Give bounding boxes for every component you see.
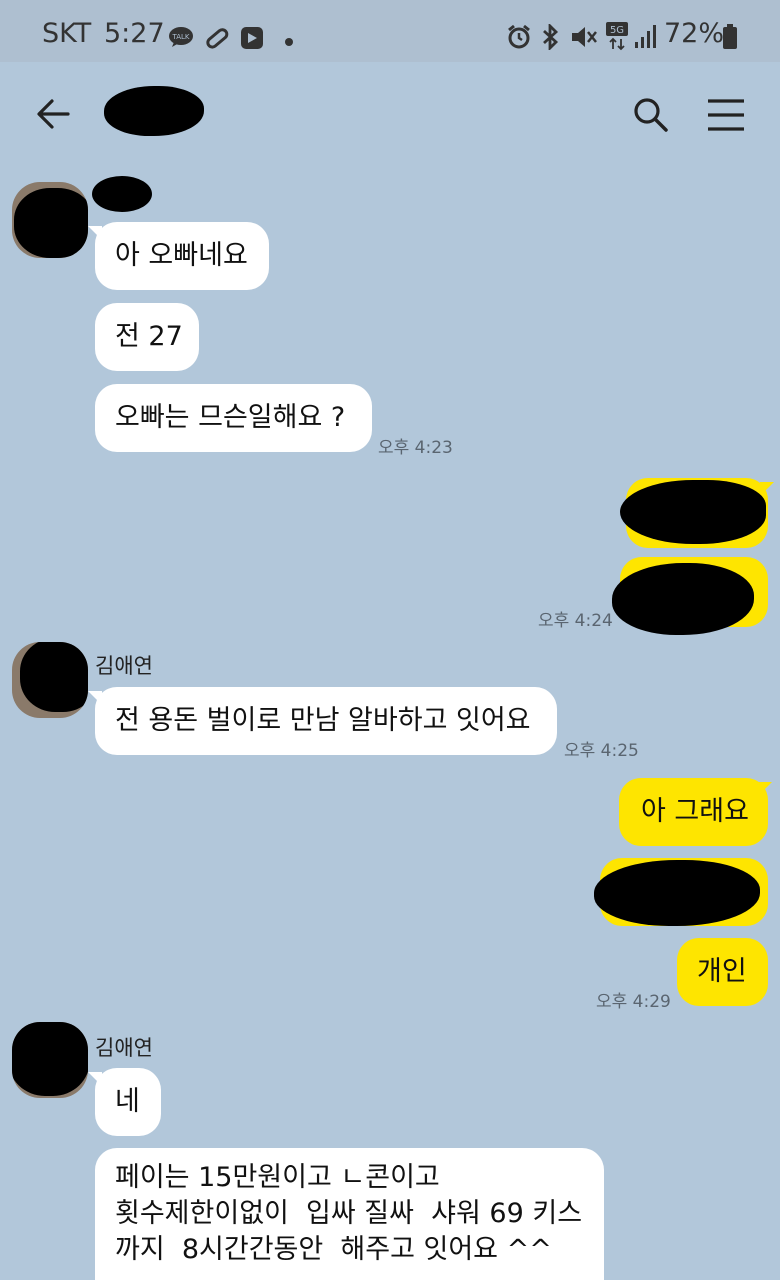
clock: 5:27: [104, 18, 165, 49]
message-text: 아 그래요: [641, 796, 749, 827]
bluetooth-icon: [540, 22, 560, 54]
redacted-sender-name: [92, 176, 152, 212]
alarm-icon: [506, 24, 532, 54]
pill-icon: [204, 26, 230, 54]
message-bubble-redacted[interactable]: [612, 557, 768, 635]
search-icon[interactable]: [632, 96, 670, 138]
message-text: 전 27: [115, 321, 183, 352]
svg-text:TALK: TALK: [171, 33, 189, 41]
message-bubble[interactable]: 오빠는 므슨일해요 ?: [95, 384, 372, 452]
sender-name: 김애연: [95, 654, 153, 678]
mute-icon: [570, 24, 598, 54]
message-line: 까지 8시간간동안 해주고 잇어요 ^^: [115, 1234, 552, 1265]
message-text: 전 용돈 벌이로 만남 알바하고 잇어요: [115, 705, 531, 736]
signal-icon: [634, 24, 658, 54]
message-time: 오후 4:24: [538, 611, 613, 631]
battery-percent: 72%: [664, 18, 725, 49]
message-line: 횟수제한이없이 입싸 질싸 샤워 69 키스: [115, 1198, 583, 1229]
avatar[interactable]: [12, 182, 88, 258]
menu-icon[interactable]: [706, 98, 746, 136]
message-bubble-redacted[interactable]: [620, 478, 768, 548]
message-bubble-redacted[interactable]: [594, 858, 768, 926]
app-icon: [240, 26, 264, 54]
redacted-chat-title: [104, 86, 204, 136]
chat-header: [0, 62, 780, 172]
message-bubble[interactable]: 전 27: [95, 303, 199, 371]
message-bubble[interactable]: 개인: [677, 938, 768, 1006]
message-bubble[interactable]: 페이는 15만원이고 ㄴ콘이고 횟수제한이없이 입싸 질싸 샤워 69 키스 까…: [95, 1148, 604, 1280]
message-time: 오후 4:25: [564, 741, 639, 761]
message-bubble[interactable]: 아 그래요: [619, 778, 768, 846]
carrier-label: SKT: [42, 18, 92, 49]
5g-icon: 5G: [606, 22, 630, 56]
battery-icon: [722, 24, 738, 54]
message-text: 개인: [697, 956, 747, 987]
status-bar: SKT 5:27 TALK 5G 72%: [0, 0, 780, 62]
sender-name: 김애연: [95, 1036, 153, 1060]
message-time: 오후 4:23: [378, 438, 453, 458]
avatar[interactable]: [12, 1022, 88, 1098]
message-text: 오빠는 므슨일해요 ?: [115, 402, 346, 433]
avatar[interactable]: [12, 642, 88, 718]
message-text: 네: [115, 1086, 140, 1117]
message-text: 아 오빠네요: [115, 240, 248, 271]
message-bubble[interactable]: 전 용돈 벌이로 만남 알바하고 잇어요: [95, 687, 557, 755]
message-line: 페이는 15만원이고 ㄴ콘이고: [115, 1162, 440, 1193]
message-bubble[interactable]: 아 오빠네요: [95, 222, 269, 290]
message-time: 오후 4:29: [596, 992, 671, 1012]
talk-icon: TALK: [168, 26, 194, 52]
svg-text:5G: 5G: [610, 25, 624, 36]
dot-icon: [284, 32, 294, 51]
message-bubble[interactable]: 네: [95, 1068, 161, 1136]
back-arrow-icon[interactable]: [34, 96, 72, 136]
